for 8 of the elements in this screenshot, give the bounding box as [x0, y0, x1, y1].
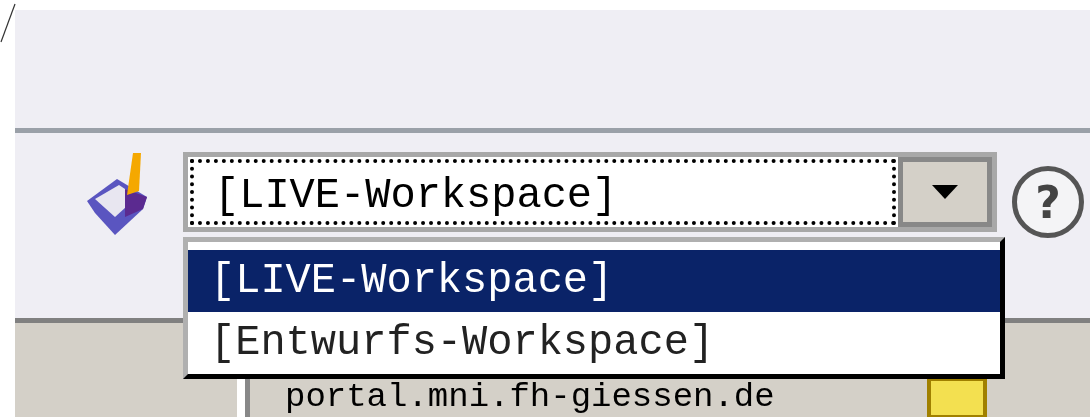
folder-icon — [927, 377, 987, 417]
workspace-dropdown[interactable]: [LIVE-Workspace] — [183, 152, 997, 232]
dropdown-button[interactable] — [898, 157, 992, 227]
dropdown-option[interactable]: [LIVE-Workspace] — [188, 250, 1000, 312]
dropdown-option[interactable]: [Entwurfs-Workspace] — [188, 312, 1000, 374]
caret-icon — [932, 185, 958, 199]
help-button[interactable]: ? — [1012, 166, 1084, 238]
tree-item-label: portal.mni.fh-giessen.de — [285, 379, 775, 415]
